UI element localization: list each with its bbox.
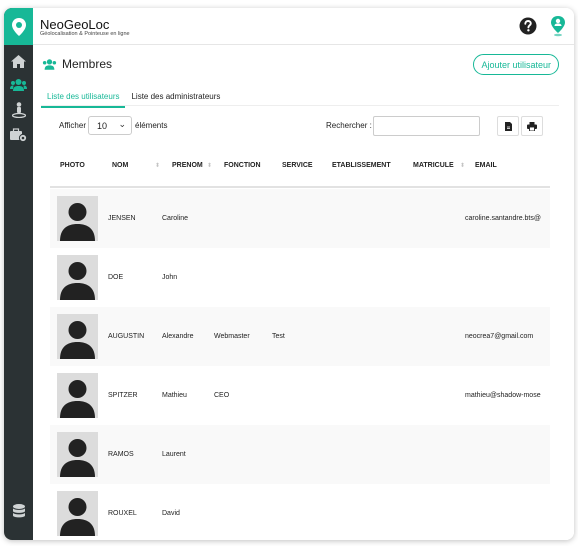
chevron-down-icon: ⌄ [118, 119, 126, 129]
table-row[interactable]: DOE John [50, 248, 550, 307]
home-icon [11, 54, 26, 68]
page-length-select[interactable]: 10 ⌄ [88, 116, 132, 135]
avatar [57, 373, 98, 418]
sort-icon[interactable]: ⬍ [207, 162, 212, 169]
avatar [57, 491, 98, 536]
user-placeholder-icon [60, 439, 95, 477]
cell-prenom: John [162, 274, 178, 281]
cell-prenom: Caroline [162, 215, 189, 222]
cell-email: caroline.santandre.bts@ [465, 215, 541, 222]
app-window: NeoGeoLoc Géolocalisation & Pointeuse en… [4, 8, 574, 540]
file-export-icon [504, 121, 512, 131]
avatar [57, 432, 98, 477]
sort-icon[interactable]: ⬍ [155, 162, 160, 169]
members-table: PHOTO NOM ⬍ PRENOM ⬍ FONCTION SERVICE ET… [50, 146, 550, 540]
user-location-icon[interactable] [549, 15, 567, 37]
table-row[interactable]: ROUXEL David [50, 484, 550, 540]
cell-prenom: Mathieu [162, 392, 187, 399]
cell-fonction: Webmaster [214, 333, 250, 340]
cell-fonction: CEO [214, 392, 230, 399]
cell-prenom: David [162, 510, 180, 517]
table-row[interactable]: JENSEN Caroline caroline.santandre.bts@ [50, 189, 550, 248]
cell-nom: ROUXEL [108, 510, 137, 517]
export-button[interactable] [497, 116, 519, 136]
page-title-text: Membres [62, 57, 113, 71]
search-input[interactable] [373, 116, 480, 136]
location-person-icon [11, 102, 26, 118]
map-pin-logo-icon [11, 17, 26, 36]
column-header-service[interactable]: SERVICE [282, 162, 313, 169]
app-title: NeoGeoLoc [40, 17, 110, 32]
users-icon [10, 79, 27, 91]
add-user-button[interactable]: Ajouter utilisateur [473, 54, 559, 75]
cell-email: mathieu@shadow-mose [465, 392, 541, 399]
cell-nom: RAMOS [108, 451, 134, 458]
table-row[interactable]: RAMOS Laurent [50, 425, 550, 484]
cell-prenom: Alexandre [162, 333, 194, 340]
cell-email: neocrea7@gmail.com [465, 333, 534, 340]
avatar [57, 196, 98, 241]
user-placeholder-icon [60, 498, 95, 536]
column-header-nom[interactable]: NOM [112, 162, 128, 169]
sort-icon[interactable]: ⬍ [460, 162, 465, 169]
users-icon [42, 58, 57, 70]
table-header: PHOTO NOM ⬍ PRENOM ⬍ FONCTION SERVICE ET… [50, 146, 550, 188]
help-icon[interactable] [519, 17, 537, 35]
sidebar-item-establishments[interactable] [4, 124, 33, 146]
sidebar-item-home[interactable] [4, 50, 33, 72]
table-controls: Afficher 10 ⌄ éléments Rechercher : [33, 113, 574, 139]
column-header-photo[interactable]: PHOTO [60, 162, 85, 169]
sidebar-item-database[interactable] [4, 500, 33, 522]
avatar [57, 314, 98, 359]
table-row[interactable]: SPITZER Mathieu CEO mathieu@shadow-mose [50, 366, 550, 425]
elements-label: éléments [135, 121, 168, 130]
search-label: Rechercher : [326, 121, 372, 130]
user-placeholder-icon [60, 321, 95, 359]
briefcase-settings-icon [10, 128, 27, 142]
cell-nom: AUGUSTIN [108, 333, 145, 340]
user-placeholder-icon [60, 380, 95, 418]
cell-nom: DOE [108, 274, 124, 281]
column-header-fonction[interactable]: FONCTION [224, 162, 261, 169]
show-label: Afficher [59, 121, 86, 130]
main-content: Membres Ajouter utilisateur Liste des ut… [33, 45, 574, 540]
printer-icon [527, 121, 537, 131]
column-header-matricule[interactable]: MATRICULE [413, 162, 454, 169]
avatar [57, 255, 98, 300]
sidebar [4, 8, 33, 540]
cell-prenom: Laurent [162, 451, 186, 458]
user-placeholder-icon [60, 203, 95, 241]
cell-nom: JENSEN [108, 215, 136, 222]
top-header: NeoGeoLoc Géolocalisation & Pointeuse en… [33, 8, 574, 45]
column-header-etablissement[interactable]: ETABLISSEMENT [332, 162, 391, 169]
divider [41, 105, 559, 106]
column-header-email[interactable]: EMAIL [475, 162, 497, 169]
user-placeholder-icon [60, 262, 95, 300]
cell-nom: SPITZER [108, 392, 138, 399]
database-icon [12, 504, 25, 518]
sidebar-item-location[interactable] [4, 99, 33, 121]
cell-service: Test [272, 333, 285, 340]
page-title: Membres [42, 57, 112, 71]
column-header-prenom[interactable]: PRENOM [172, 162, 203, 169]
sidebar-item-members[interactable] [4, 74, 33, 96]
print-button[interactable] [521, 116, 543, 136]
table-row[interactable]: AUGUSTIN Alexandre Webmaster Test neocre… [50, 307, 550, 366]
page-length-value: 10 [97, 120, 108, 131]
app-subtitle: Géolocalisation & Pointeuse en ligne [40, 31, 130, 37]
logo[interactable] [4, 8, 33, 45]
